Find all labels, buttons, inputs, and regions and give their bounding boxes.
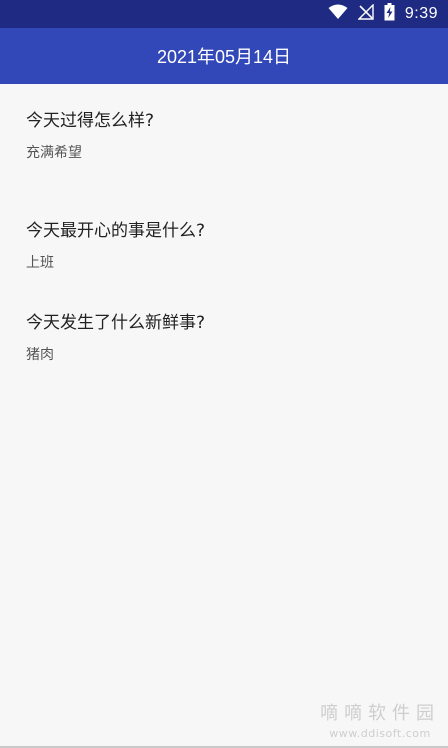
status-bar: 9:39 (0, 0, 448, 28)
entry-question: 今天过得怎么样? (26, 111, 155, 131)
app-bar-title: 2021年05月14日 (156, 47, 292, 67)
no-signal-icon (357, 3, 374, 24)
diary-entry[interactable]: 今天发生了什么新鲜事? 猪肉 (26, 312, 426, 364)
status-icons: 9:39 (328, 3, 438, 25)
watermark: 嘀嘀软件园 www.ddisoft.com (320, 699, 440, 740)
wifi-icon (328, 4, 348, 24)
watermark-title: 嘀嘀软件园 (320, 703, 440, 724)
entry-question: 今天最开心的事是什么? (26, 221, 206, 241)
diary-entry[interactable]: 今天最开心的事是什么? 上班 (26, 220, 426, 272)
watermark-url: www.ddisoft.com (329, 727, 431, 740)
app-bar: 2021年05月14日 (0, 28, 448, 84)
entry-answer: 上班 (26, 255, 54, 271)
app-screen: 9:39 2021年05月14日 今天过得怎么样? 充满希望 今天最开心的事是什… (0, 0, 448, 748)
status-time: 9:39 (404, 5, 438, 22)
entry-answer: 充满希望 (26, 145, 82, 161)
entry-question: 今天发生了什么新鲜事? (26, 313, 206, 333)
diary-content: 今天过得怎么样? 充满希望 今天最开心的事是什么? 上班 今天发生了什么新鲜事?… (0, 84, 448, 748)
battery-charging-icon (384, 3, 395, 25)
entry-answer: 猪肉 (26, 347, 54, 363)
diary-entry[interactable]: 今天过得怎么样? 充满希望 (26, 110, 426, 162)
